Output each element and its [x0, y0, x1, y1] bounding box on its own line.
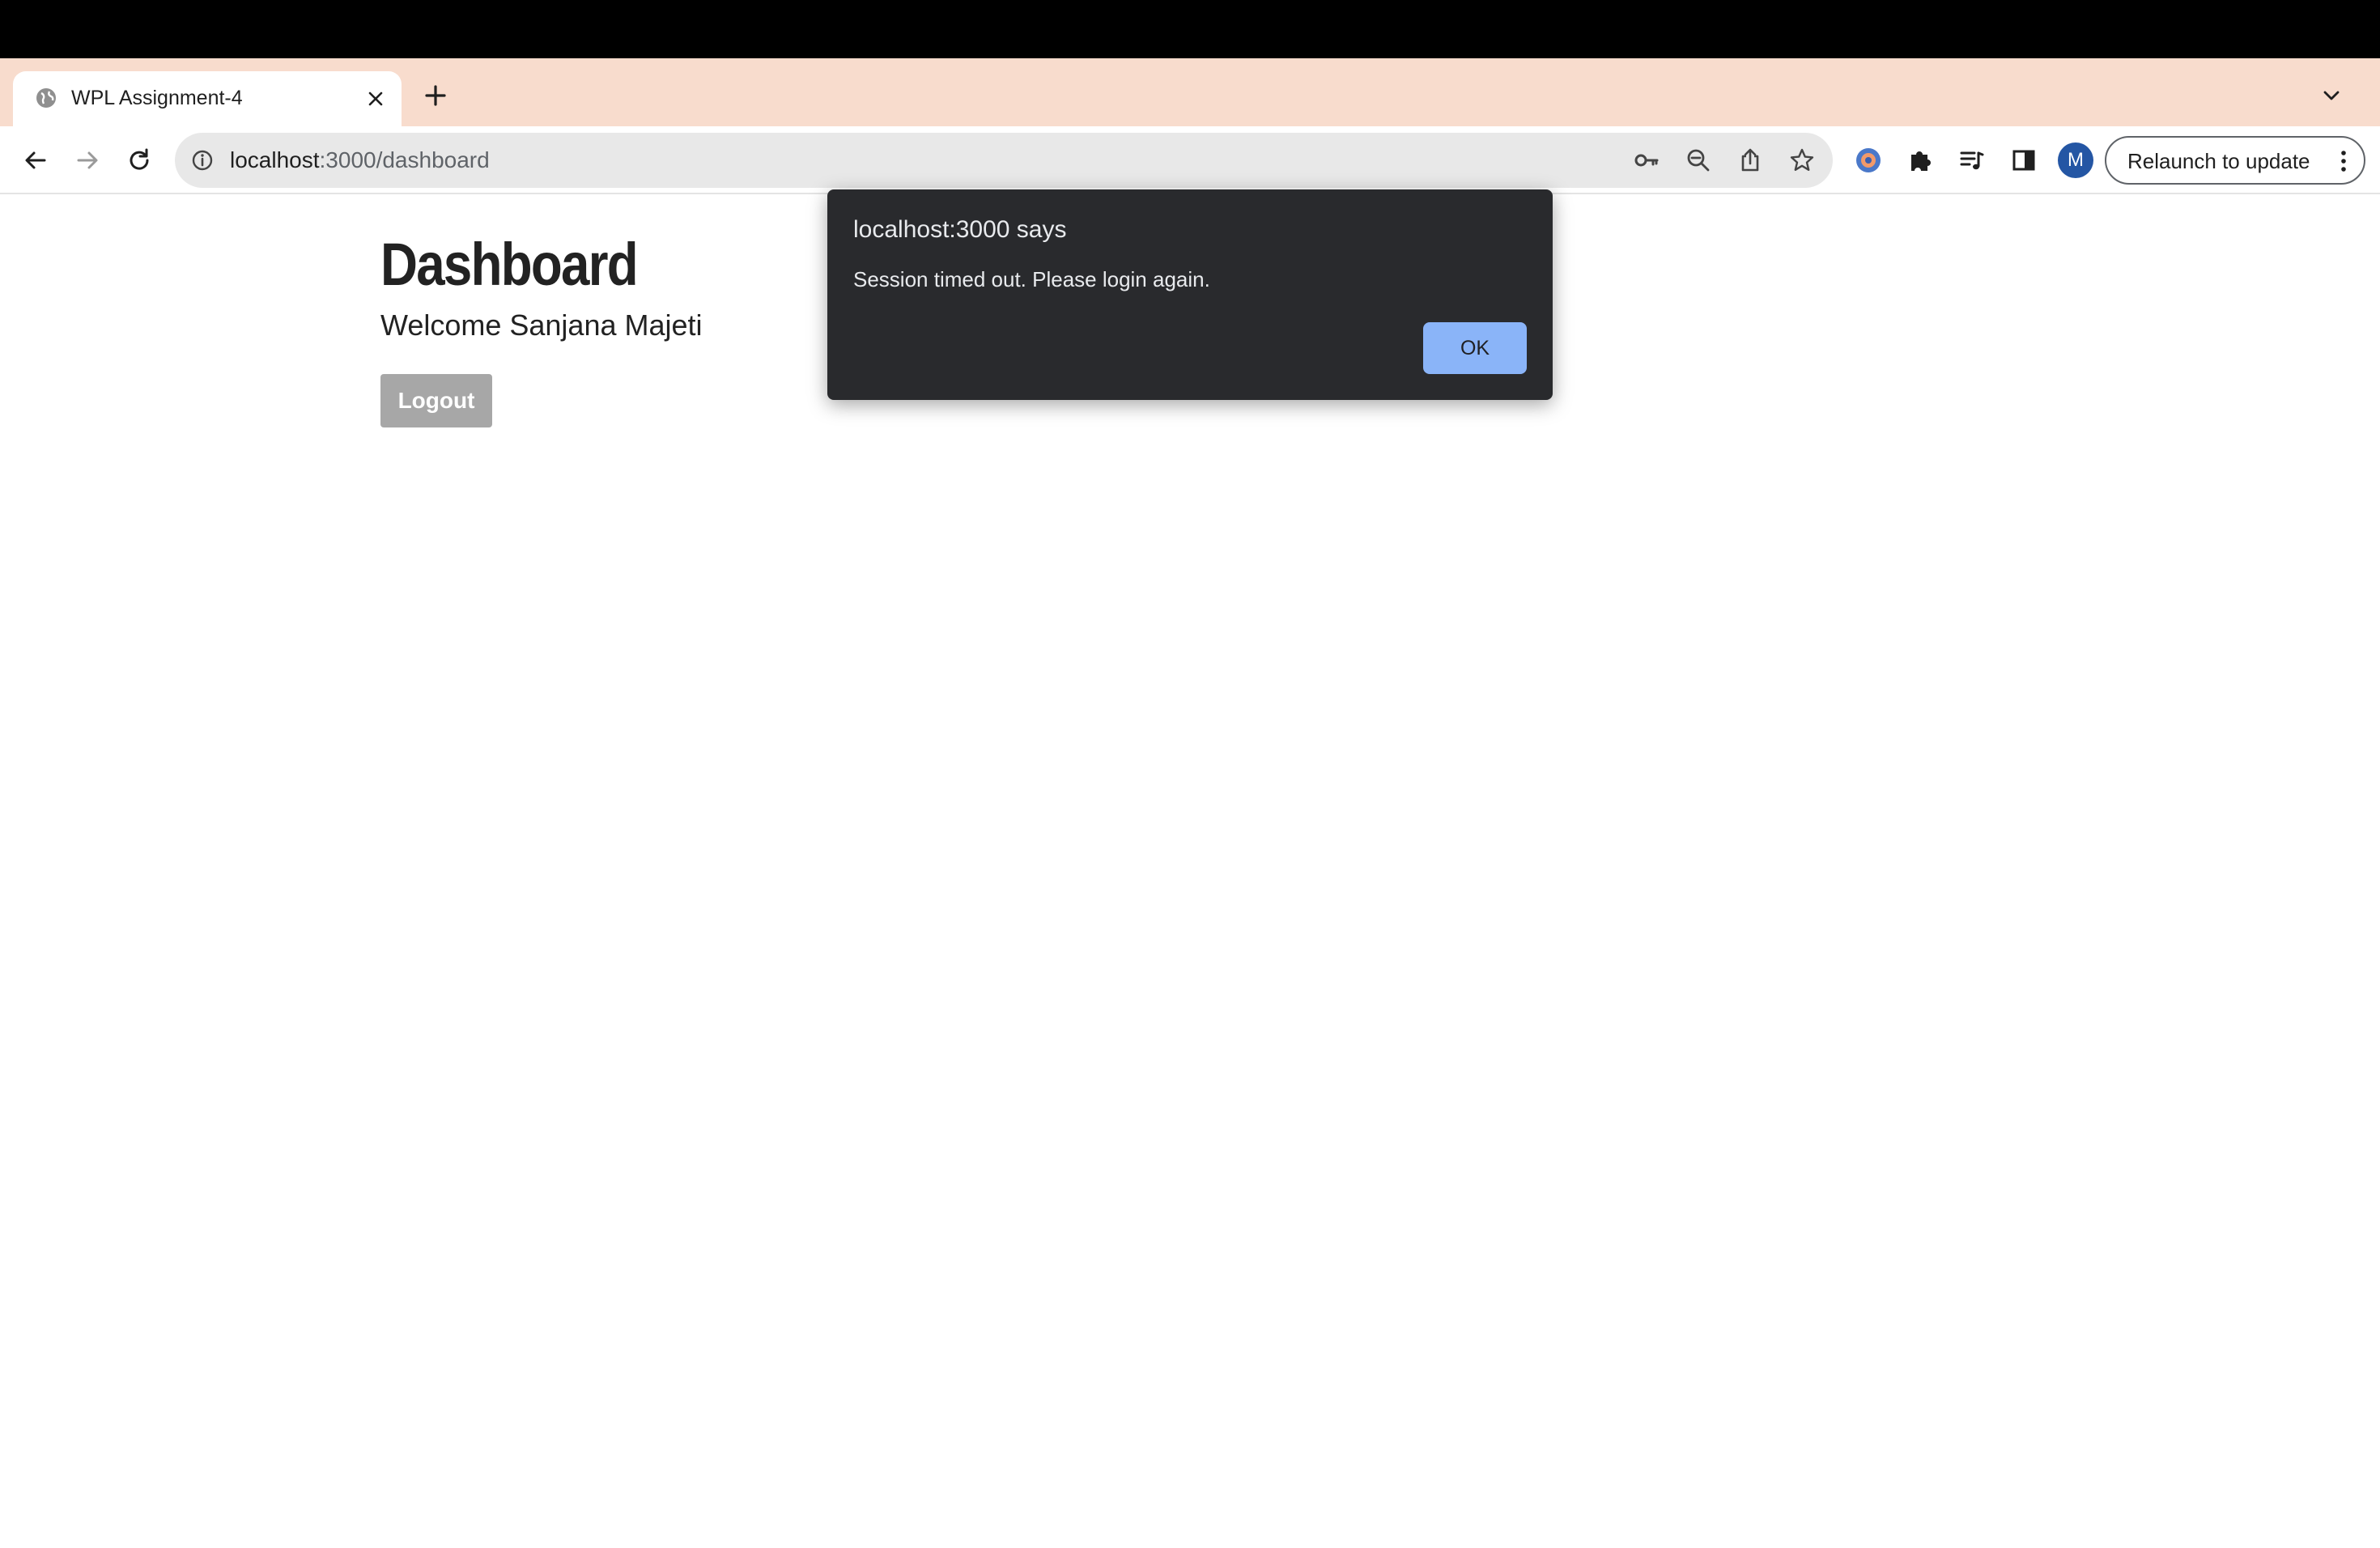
media-queue-icon[interactable] — [1953, 141, 1991, 180]
puzzle-icon[interactable] — [1901, 141, 1940, 180]
plus-icon[interactable] — [419, 79, 452, 112]
zoom-out-icon[interactable] — [1682, 144, 1715, 176]
url-path: :3000/dashboard — [319, 147, 490, 172]
tab-title: WPL Assignment-4 — [71, 87, 243, 109]
key-icon[interactable] — [1630, 144, 1663, 176]
tab-strip: WPL Assignment-4 — [0, 58, 2380, 126]
share-icon[interactable] — [1734, 144, 1766, 176]
more-vert-icon[interactable] — [2331, 147, 2356, 175]
chevron-down-icon[interactable] — [2317, 81, 2346, 110]
dialog-title: localhost:3000 says — [853, 216, 1067, 243]
arrow-left-icon[interactable] — [16, 141, 55, 180]
arrow-right-icon[interactable] — [68, 141, 107, 180]
globe-icon — [34, 86, 58, 110]
profile-avatar[interactable]: M — [2058, 142, 2093, 178]
side-panel-icon[interactable] — [2004, 141, 2043, 180]
tab-wpl-assignment[interactable]: WPL Assignment-4 — [13, 71, 402, 126]
page-title: Dashboard — [380, 231, 639, 298]
relaunch-button[interactable]: Relaunch to update — [2105, 136, 2365, 185]
ok-button[interactable]: OK — [1423, 322, 1527, 374]
close-icon[interactable] — [361, 84, 390, 113]
reload-icon[interactable] — [120, 141, 159, 180]
system-top-bar — [0, 0, 2380, 58]
welcome-message: Welcome Sanjana Majeti — [380, 308, 703, 342]
url-text[interactable]: localhost:3000/dashboard — [230, 146, 490, 175]
relaunch-label: Relaunch to update — [2127, 149, 2310, 173]
extension-logo-icon[interactable] — [1849, 141, 1888, 180]
info-icon[interactable] — [189, 147, 215, 173]
address-bar[interactable]: localhost:3000/dashboard — [175, 133, 1833, 188]
browser-toolbar: localhost:3000/dashboard M Relaunch to u… — [0, 126, 2380, 194]
url-host: localhost — [230, 147, 320, 172]
star-icon[interactable] — [1786, 144, 1818, 176]
logout-button[interactable]: Logout — [380, 374, 492, 427]
dialog-message: Session timed out. Please login again. — [853, 267, 1210, 291]
alert-dialog: localhost:3000 says Session timed out. P… — [827, 189, 1553, 400]
